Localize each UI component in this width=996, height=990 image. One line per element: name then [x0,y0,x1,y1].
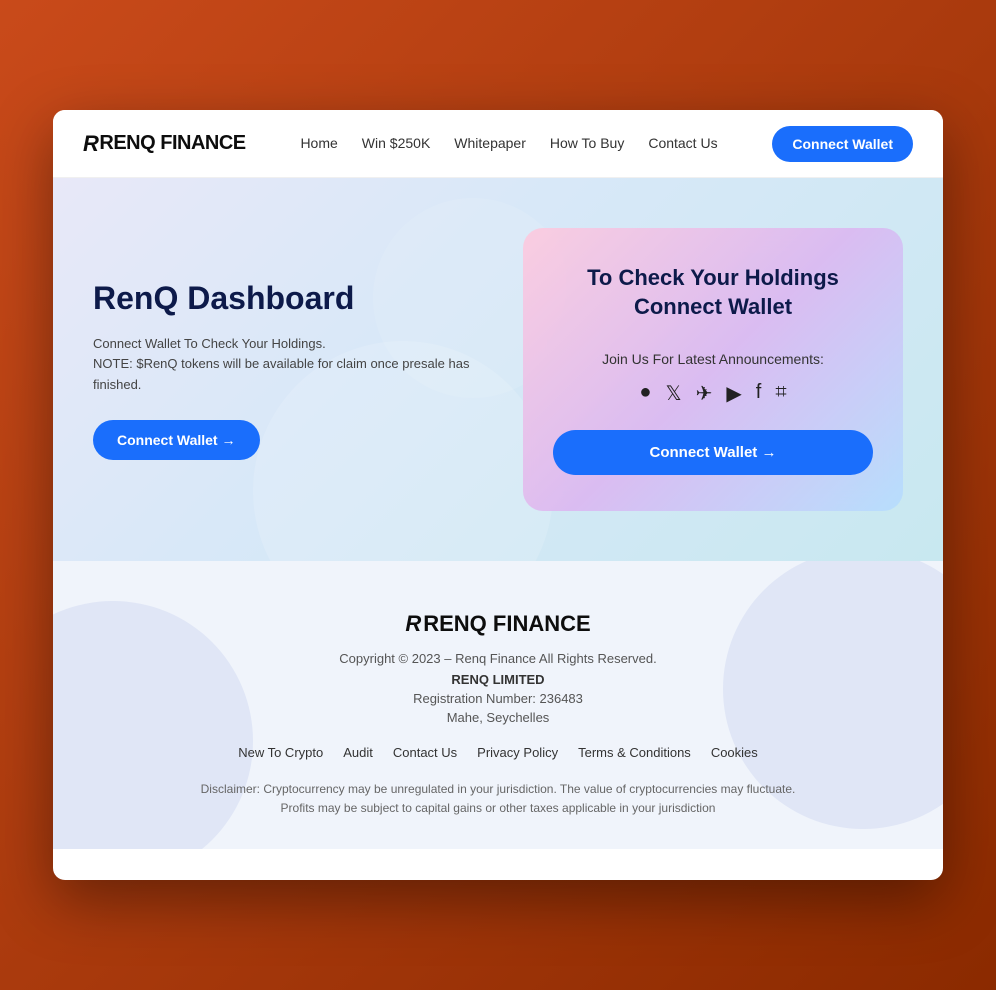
footer-logo-text: RENQ FINANCE [423,611,590,637]
twitter-icon[interactable]: 𝕏 [665,381,681,406]
footer-inner: R RENQ FINANCE Copyright © 2023 – Renq F… [93,611,903,818]
nav-item-win[interactable]: Win $250K [362,135,430,153]
hero-right: To Check Your Holdings Connect Wallet Jo… [523,228,903,511]
footer-logo: R RENQ FINANCE [93,611,903,637]
footer-logo-r: R [405,611,421,637]
wallet-card-title: To Check Your Holdings Connect Wallet [553,264,873,321]
instagram-icon[interactable]: ● [639,381,651,406]
nav-item-howtobuy[interactable]: How To Buy [550,135,624,153]
footer-link-audit[interactable]: Audit [343,745,373,760]
nav-links: Home Win $250K Whitepaper How To Buy Con… [300,135,717,153]
nav-item-whitepaper[interactable]: Whitepaper [454,135,526,153]
hero-description: Connect Wallet To Check Your Holdings. N… [93,334,483,396]
navbar: R RENQ FINANCE Home Win $250K Whitepaper… [53,110,943,178]
footer-registration: Registration Number: 236483 [93,691,903,706]
footer-link-new-crypto[interactable]: New To Crypto [238,745,323,760]
nav-item-home[interactable]: Home [300,135,337,153]
nav-connect-wallet-button[interactable]: Connect Wallet [772,126,913,162]
footer-disclaimer: Disclaimer: Cryptocurrency may be unregu… [198,780,798,818]
browser-window: R RENQ FINANCE Home Win $250K Whitepaper… [53,110,943,880]
footer-link-terms[interactable]: Terms & Conditions [578,745,691,760]
telegram-icon[interactable]: ✈ [696,381,713,406]
footer-link-privacy[interactable]: Privacy Policy [477,745,558,760]
wallet-card-connect-button[interactable]: Connect Wallet → [553,430,873,475]
footer: R RENQ FINANCE Copyright © 2023 – Renq F… [53,561,943,848]
logo-text: RENQ FINANCE [99,132,245,155]
join-text: Join Us For Latest Announcements: [553,351,873,367]
discord-icon[interactable]: ⌗ [775,381,786,406]
footer-link-cookies[interactable]: Cookies [711,745,758,760]
footer-links: New To Crypto Audit Contact Us Privacy P… [93,745,903,760]
hero-connect-wallet-button[interactable]: Connect Wallet → [93,420,260,460]
footer-company: RENQ LIMITED [93,672,903,687]
facebook-icon[interactable]: f [756,381,762,406]
footer-link-contact[interactable]: Contact Us [393,745,457,760]
logo: R RENQ FINANCE [83,131,246,157]
hero-title: RenQ Dashboard [93,279,483,317]
wallet-card: To Check Your Holdings Connect Wallet Jo… [523,228,903,511]
nav-item-contact[interactable]: Contact Us [648,135,717,153]
youtube-icon[interactable]: ▶ [726,381,741,406]
footer-copyright: Copyright © 2023 – Renq Finance All Righ… [93,651,903,666]
hero-section: RenQ Dashboard Connect Wallet To Check Y… [53,178,943,561]
social-icons: ● 𝕏 ✈ ▶ f ⌗ [553,381,873,406]
logo-r-icon: R [83,131,98,157]
footer-location: Mahe, Seychelles [93,710,903,725]
hero-left: RenQ Dashboard Connect Wallet To Check Y… [93,279,483,460]
